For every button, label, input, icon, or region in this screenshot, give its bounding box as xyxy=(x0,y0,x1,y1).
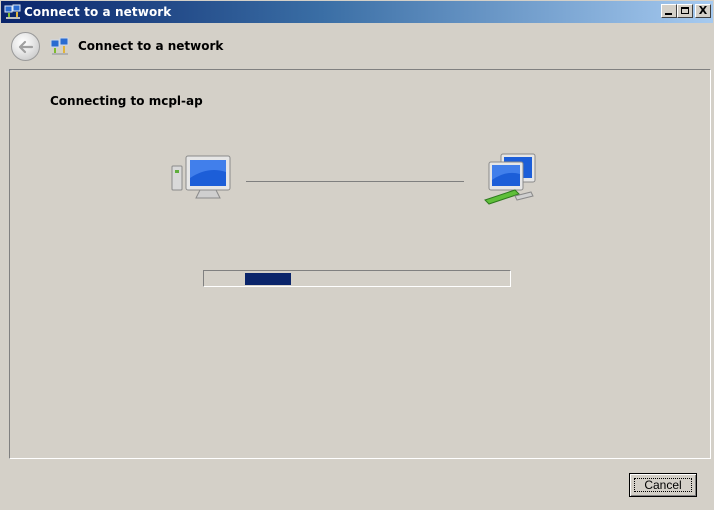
title-bar[interactable]: Connect to a network X xyxy=(1,1,713,23)
network-icon xyxy=(4,4,22,20)
page-title: Connect to a network xyxy=(78,39,224,53)
back-button[interactable] xyxy=(11,32,40,61)
maximize-button[interactable] xyxy=(677,4,693,18)
cancel-button[interactable]: Cancel xyxy=(629,473,697,497)
close-button[interactable]: X xyxy=(695,4,711,18)
network-computers-icon xyxy=(484,153,536,205)
navigation-header: Connect to a network xyxy=(2,23,714,69)
computer-icon xyxy=(171,155,231,199)
close-icon: X xyxy=(698,4,708,17)
window-title: Connect to a network xyxy=(24,5,172,19)
content-pane: Connecting to mcpl-ap xyxy=(9,69,711,459)
connection-line xyxy=(246,181,464,182)
connection-progress-bar xyxy=(203,270,511,287)
minimize-icon xyxy=(665,13,672,15)
progress-indicator xyxy=(245,273,291,285)
connection-status-text: Connecting to mcpl-ap xyxy=(50,94,203,108)
window-controls: X xyxy=(661,4,711,18)
network-icon xyxy=(50,37,69,55)
back-arrow-icon xyxy=(18,40,33,53)
maximize-icon xyxy=(681,7,689,14)
minimize-button[interactable] xyxy=(661,4,677,18)
dialog-window: Connect to a network X Connect to a netw… xyxy=(0,0,714,510)
cancel-button-label: Cancel xyxy=(644,478,682,492)
